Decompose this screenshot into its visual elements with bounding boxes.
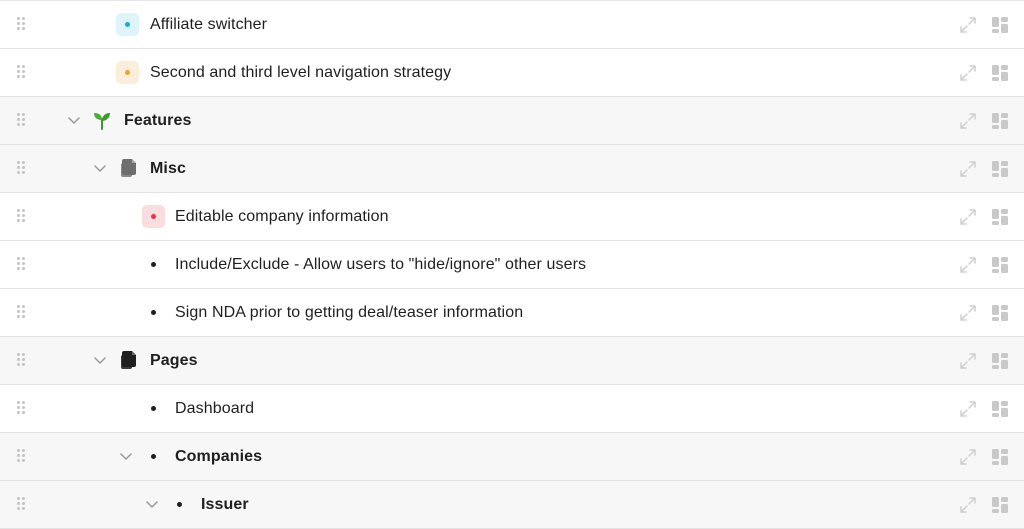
layout-icon[interactable]: [990, 447, 1010, 467]
layout-icon[interactable]: [990, 111, 1010, 131]
status-color-icon: [116, 13, 139, 36]
status-color-icon: [116, 61, 139, 84]
chevron-down-icon[interactable]: [93, 353, 107, 367]
tree-row-group[interactable]: Pages: [0, 337, 1024, 385]
layout-icon[interactable]: [990, 303, 1010, 323]
status-color-icon: [142, 205, 165, 228]
drag-handle-icon[interactable]: [16, 449, 26, 463]
row-label: Affiliate switcher: [150, 16, 268, 33]
chevron-down-icon[interactable]: [93, 161, 107, 175]
chevron-down-icon[interactable]: [67, 113, 81, 127]
row-label: Editable company information: [175, 208, 389, 225]
drag-handle-icon[interactable]: [16, 257, 26, 271]
row-label: Companies: [175, 448, 263, 465]
row-label: Sign NDA prior to getting deal/teaser in…: [175, 304, 524, 321]
tree-row[interactable]: Dashboard: [0, 385, 1024, 433]
drag-handle-icon[interactable]: [16, 65, 26, 79]
tree-row-group[interactable]: Issuer: [0, 481, 1024, 529]
chevron-down-icon[interactable]: [119, 449, 133, 463]
page-icon: [117, 349, 139, 371]
row-label: Pages: [150, 352, 198, 369]
tree-row[interactable]: Sign NDA prior to getting deal/teaser in…: [0, 289, 1024, 337]
layout-icon[interactable]: [990, 159, 1010, 179]
bullet-icon: [151, 262, 156, 267]
drag-handle-icon[interactable]: [16, 497, 26, 511]
tree-row-group[interactable]: Misc: [0, 145, 1024, 193]
bullet-icon: [151, 310, 156, 315]
drag-handle-icon[interactable]: [16, 353, 26, 367]
layout-icon[interactable]: [990, 351, 1010, 371]
bullet-icon: [151, 454, 156, 459]
layout-icon[interactable]: [990, 207, 1010, 227]
tree-row-group[interactable]: Companies: [0, 433, 1024, 481]
row-label: Dashboard: [175, 400, 255, 417]
expand-icon[interactable]: [958, 447, 978, 467]
row-label: Include/Exclude - Allow users to "hide/i…: [175, 256, 587, 273]
expand-icon[interactable]: [958, 495, 978, 515]
sprout-icon: [91, 109, 113, 131]
bullet-icon: [177, 502, 182, 507]
layout-icon[interactable]: [990, 255, 1010, 275]
layout-icon[interactable]: [990, 495, 1010, 515]
tree-row[interactable]: Affiliate switcher: [0, 1, 1024, 49]
tree-row-group[interactable]: Features: [0, 97, 1024, 145]
expand-icon[interactable]: [958, 15, 978, 35]
row-label: Features: [124, 112, 192, 129]
layout-icon[interactable]: [990, 15, 1010, 35]
tree-row[interactable]: Second and third level navigation strate…: [0, 49, 1024, 97]
drag-handle-icon[interactable]: [16, 305, 26, 319]
bullet-icon: [151, 406, 156, 411]
expand-icon[interactable]: [958, 111, 978, 131]
row-label: Issuer: [201, 496, 249, 513]
layout-icon[interactable]: [990, 399, 1010, 419]
expand-icon[interactable]: [958, 351, 978, 371]
drag-handle-icon[interactable]: [16, 17, 26, 31]
outline-tree: Affiliate switcher Second and third leve…: [0, 0, 1024, 529]
row-label: Misc: [150, 160, 186, 177]
tree-row[interactable]: Editable company information: [0, 193, 1024, 241]
expand-icon[interactable]: [958, 303, 978, 323]
expand-icon[interactable]: [958, 207, 978, 227]
row-label: Second and third level navigation strate…: [150, 64, 452, 81]
expand-icon[interactable]: [958, 399, 978, 419]
expand-icon[interactable]: [958, 63, 978, 83]
drag-handle-icon[interactable]: [16, 113, 26, 127]
drag-handle-icon[interactable]: [16, 161, 26, 175]
page-icon: [117, 157, 139, 179]
tree-row[interactable]: Include/Exclude - Allow users to "hide/i…: [0, 241, 1024, 289]
expand-icon[interactable]: [958, 159, 978, 179]
chevron-down-icon[interactable]: [145, 497, 159, 511]
expand-icon[interactable]: [958, 255, 978, 275]
drag-handle-icon[interactable]: [16, 209, 26, 223]
drag-handle-icon[interactable]: [16, 401, 26, 415]
layout-icon[interactable]: [990, 63, 1010, 83]
